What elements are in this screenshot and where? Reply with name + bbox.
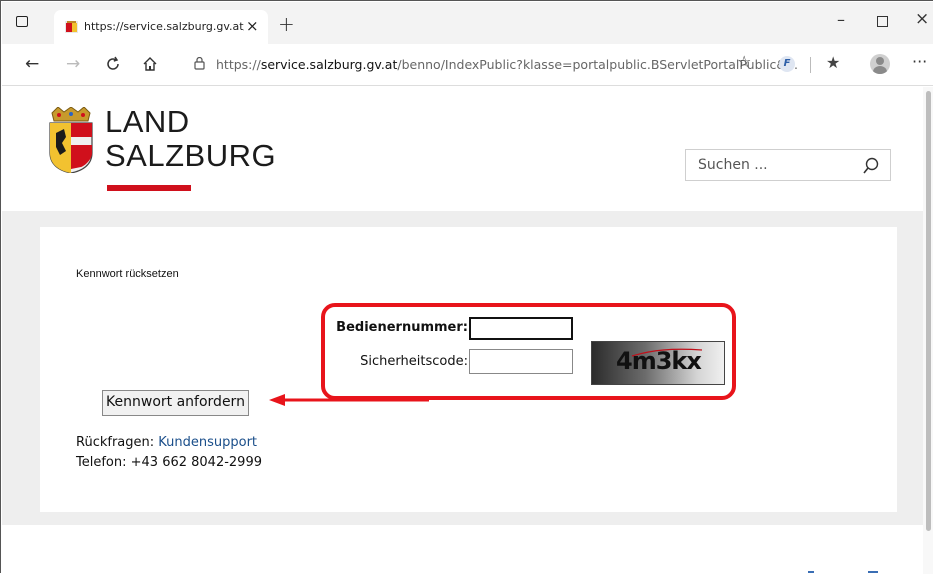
maximize-icon[interactable] [877, 16, 888, 27]
salzburg-favicon-icon [65, 21, 78, 33]
search-icon[interactable] [862, 157, 880, 175]
add-favorite-icon[interactable]: ☆ [737, 52, 751, 71]
url-text[interactable]: https://service.salzburg.gv.at/benno/Ind… [216, 57, 798, 72]
page-title: Kennwort rücksetzen [76, 268, 179, 280]
search-input[interactable]: Suchen ... [698, 157, 768, 173]
extension-f-icon[interactable]: F [779, 56, 795, 72]
favorites-icon[interactable]: ★ [826, 53, 840, 72]
coat-of-arms-icon [49, 107, 93, 173]
profile-avatar[interactable] [870, 54, 890, 74]
support-info: Rückfragen: Kundensupport Telefon: +43 6… [76, 433, 262, 473]
url-prefix: https:// [216, 57, 261, 72]
footer-icon-fragments [808, 571, 878, 573]
forward-icon[interactable]: → [66, 54, 80, 74]
vertical-scrollbar[interactable] [923, 87, 933, 574]
url-host: service.salzburg.gv.at [260, 57, 398, 72]
new-tab-button[interactable]: + [278, 12, 295, 36]
brand-underline [107, 185, 191, 191]
toolbar-divider [810, 57, 811, 73]
search-box[interactable]: Suchen ... [685, 149, 891, 181]
customer-support-link[interactable]: Kundensupport [158, 435, 257, 450]
refresh-icon[interactable] [105, 56, 121, 72]
support-phone: Telefon: +43 662 8042-2999 [76, 455, 262, 470]
brand-name-line1[interactable]: LAND [105, 105, 190, 139]
site-header: LAND SALZBURG Suchen ... [2, 87, 923, 211]
brand-name-line2[interactable]: SALZBURG [105, 139, 276, 173]
more-menu-icon[interactable]: ··· [912, 52, 927, 71]
support-question-line: Rückfragen: Kundensupport [76, 433, 262, 453]
annotation-arrow-icon [269, 394, 429, 406]
close-tab-icon[interactable]: × [246, 17, 259, 35]
browser-tab[interactable]: https://service.salzburg.gv.at/ben × [54, 10, 268, 44]
tab-actions-icon[interactable] [16, 16, 28, 27]
browser-window: https://service.salzburg.gv.at/ben × + –… [0, 0, 933, 574]
annotation-highlight-box [321, 303, 736, 400]
request-password-button[interactable]: Kennwort anfordern [102, 390, 249, 416]
support-question-label: Rückfragen: [76, 435, 155, 450]
scrollbar-thumb[interactable] [926, 91, 931, 531]
lock-icon[interactable] [194, 57, 205, 70]
minimize-icon[interactable]: – [837, 10, 845, 29]
navigation-bar: ← → https://service.salzburg.gv.at/benno… [2, 44, 933, 86]
window-close-icon[interactable]: × [915, 9, 929, 29]
back-icon[interactable]: ← [25, 54, 39, 74]
home-icon[interactable] [142, 56, 158, 72]
tab-title: https://service.salzburg.gv.at/ben [84, 20, 244, 33]
address-bar[interactable]: https://service.salzburg.gv.at/benno/Ind… [180, 52, 798, 78]
tab-bar: https://service.salzburg.gv.at/ben × + –… [2, 2, 933, 44]
footer-icons [802, 567, 882, 580]
